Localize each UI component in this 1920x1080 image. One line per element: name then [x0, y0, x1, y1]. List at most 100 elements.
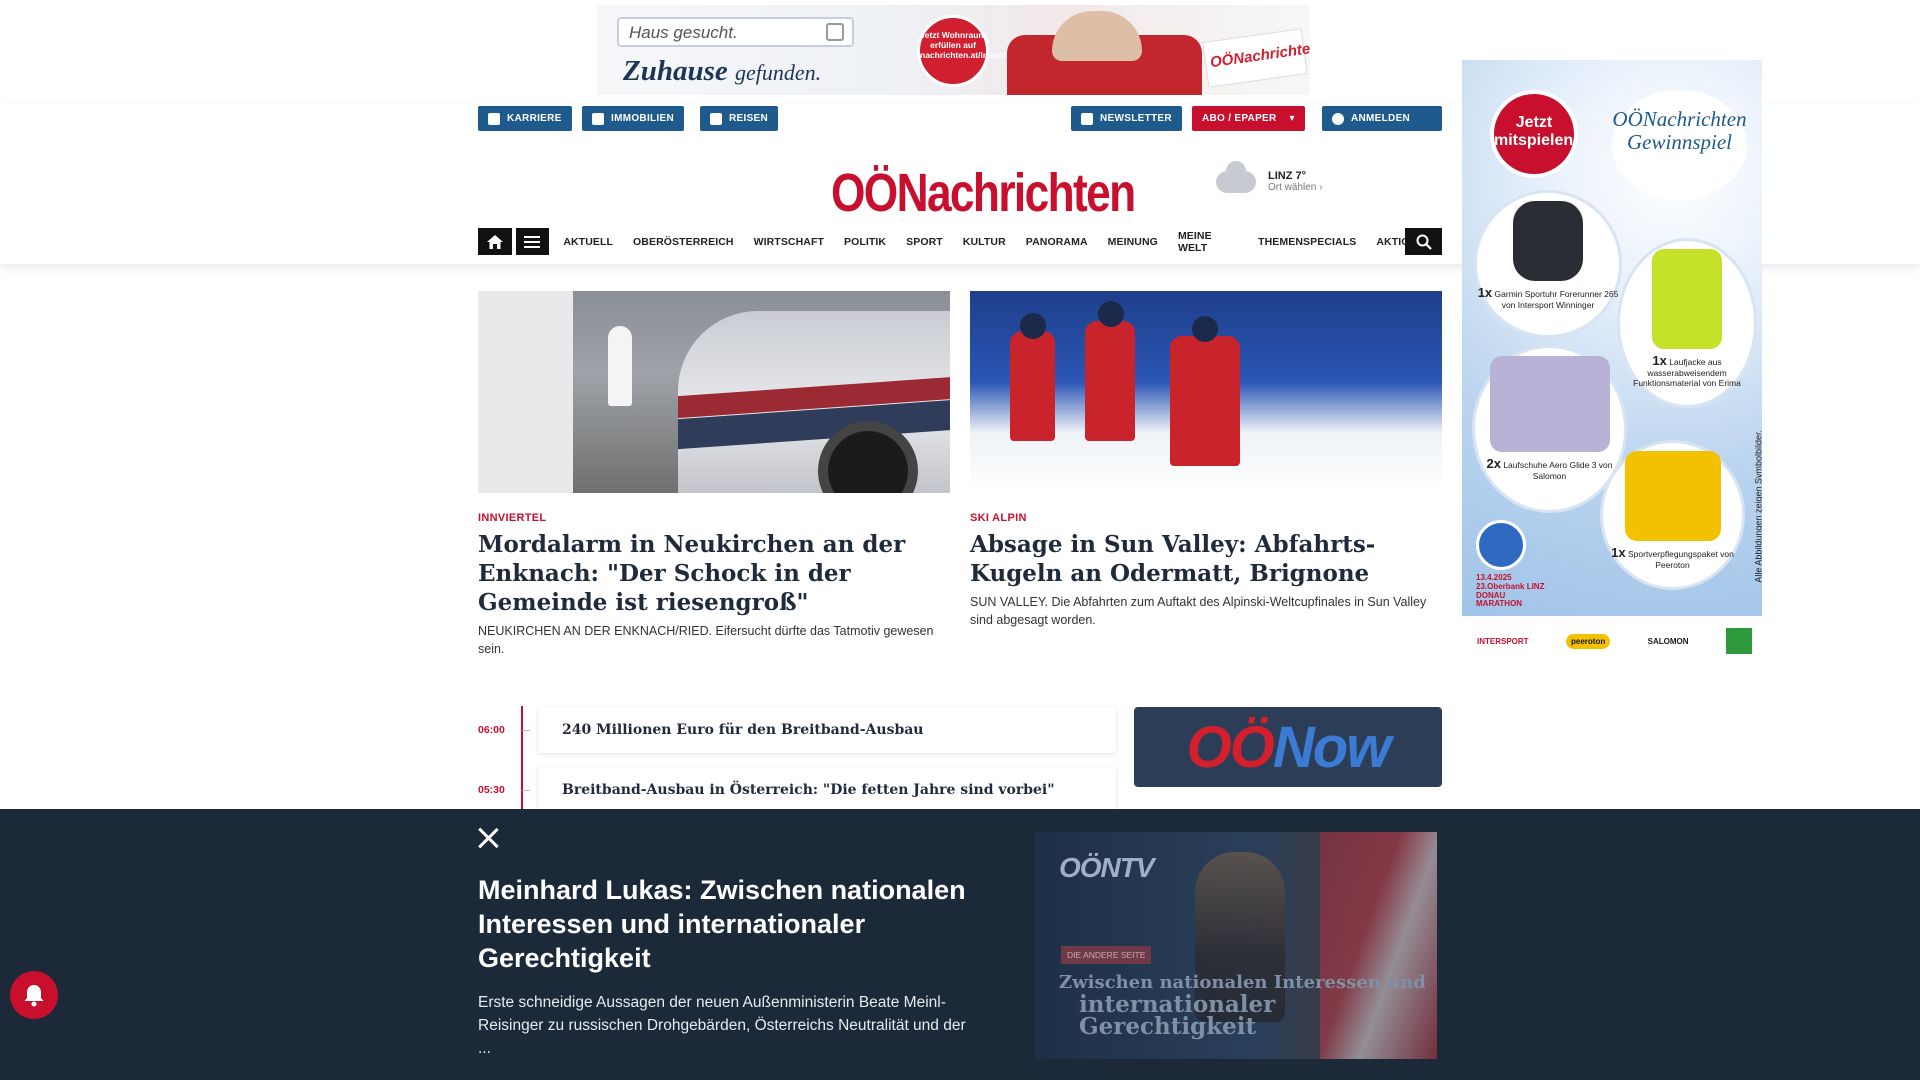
article-kicker: INNVIERTEL — [478, 512, 547, 524]
overlay-video-thumbnail[interactable]: OÖNTV DIE ANDERE SEITE Zwischen national… — [1035, 832, 1437, 1059]
login-label: ANMELDEN — [1351, 113, 1411, 124]
weather-widget[interactable]: LINZ 7° Ort wählen › — [1216, 160, 1322, 193]
building-icon — [592, 112, 604, 125]
video-tag: DIE ANDERE SEITE — [1061, 946, 1152, 964]
home-button[interactable] — [478, 228, 512, 255]
sponsor-intersport: INTERSPORT — [1477, 636, 1529, 646]
prize-count: 1x — [1652, 353, 1667, 368]
nav-item-panorama[interactable]: PANORAMA — [1026, 236, 1088, 248]
nav-item-meine-welt[interactable]: MEINE WELT — [1178, 230, 1238, 254]
search-icon — [1416, 234, 1432, 250]
oenow-logo-part1: OÖ — [1186, 714, 1275, 780]
weather-choose-location[interactable]: Ort wählen › — [1268, 182, 1322, 193]
nav-item-themenspecials[interactable]: THEMENSPECIALS — [1258, 236, 1356, 248]
sponsor-peeroton: peeroton — [1566, 633, 1611, 649]
house-icon — [826, 23, 844, 41]
watch-icon — [1513, 201, 1583, 281]
user-icon — [1332, 112, 1344, 125]
hamburger-icon — [524, 235, 541, 248]
ticker-time: 05:30 — [478, 784, 505, 796]
mail-icon — [1081, 112, 1093, 125]
cloud-icon — [1216, 160, 1256, 193]
image-person — [608, 326, 632, 406]
ad-slogan: Zuhause gefunden. — [623, 55, 821, 88]
immobilien-label: IMMOBILIEN — [611, 113, 674, 124]
ticker-title[interactable]: 240 Millionen Euro für den Breitband-Aus… — [538, 707, 1116, 753]
nav-item-wirtschaft[interactable]: WIRTSCHAFT — [754, 236, 824, 248]
immobilien-button[interactable]: IMMOBILIEN — [582, 106, 684, 131]
weather-city-temp: LINZ 7° — [1268, 170, 1307, 182]
image-racer — [1085, 321, 1135, 441]
article-kicker: SKI ALPIN — [970, 512, 1027, 524]
abo-label: ABO / EPAPER — [1202, 113, 1277, 124]
nav-item-oberoesterreich[interactable]: OBERÖSTERREICH — [633, 236, 734, 248]
article-title[interactable]: Mordalarm in Neukirchen an der Enknach: … — [478, 530, 950, 617]
ad-badge: Jetzt Wohnraum erfüllen auf nachrichten.… — [917, 15, 1025, 87]
top-banner-ad[interactable]: Haus gesucht. Zuhause gefunden. Jetzt Wo… — [597, 5, 1310, 95]
nav-item-politik[interactable]: POLITIK — [844, 236, 886, 248]
bottle-icon — [1624, 451, 1721, 541]
prize-jacket: 1x Laufjacke aus wasserabweisendem Funkt… — [1617, 238, 1757, 408]
notification-bell-button[interactable] — [10, 971, 58, 1019]
prize-text: Garmin Sportuhr Forerunner 265 von Inter… — [1494, 289, 1619, 310]
jacket-icon — [1652, 249, 1722, 349]
video-title-line2: internationaler Gerechtigkeit — [1079, 991, 1276, 1040]
close-icon[interactable] — [475, 825, 501, 851]
reisen-button[interactable]: REISEN — [700, 106, 779, 131]
ad-marathon: 13.4.2025 23.Oberbank LINZ DONAU MARATHO… — [1476, 520, 1551, 609]
nav-item-aktuell[interactable]: AKTUELL — [563, 236, 613, 248]
prize-count: 1x — [1611, 545, 1626, 560]
search-button[interactable] — [1405, 228, 1442, 255]
nav-item-kultur[interactable]: KULTUR — [963, 236, 1006, 248]
briefcase-icon — [488, 112, 500, 125]
image-helmet — [1192, 316, 1218, 342]
ad-slogan-rest: gefunden. — [735, 60, 822, 85]
ticker-item[interactable]: 05:30 Breitband-Ausbau in Österreich: "D… — [478, 767, 1116, 813]
ticker-dash — [522, 729, 530, 731]
marathon-logo-icon — [1476, 520, 1526, 570]
prize-count: 1x — [1477, 285, 1493, 300]
teaser-overlay: Meinhard Lukas: Zwischen nationalen Inte… — [0, 809, 1920, 1080]
article-image-police-car[interactable] — [478, 291, 950, 493]
site-logo[interactable]: OÖNachrichten — [831, 162, 1136, 224]
nav-item-sport[interactable]: SPORT — [906, 236, 943, 248]
ad-jetzt-badge: Jetzt mitspielen! — [1490, 90, 1578, 178]
image-helmet — [1098, 301, 1124, 327]
ad-slogan-main: Zuhause — [623, 55, 728, 87]
article-lead: NEUKIRCHEN AN DER ENKNACH/RIED. Eifersuc… — [478, 624, 934, 656]
prize-count: 2x — [1486, 456, 1501, 471]
chevron-down-icon: ▾ — [1289, 113, 1295, 124]
plane-icon — [710, 112, 722, 125]
ad-people-image — [1052, 11, 1142, 61]
ticker-item[interactable]: 06:00 240 Millionen Euro für den Breitba… — [478, 707, 1116, 753]
newsletter-button[interactable]: NEWSLETTER — [1071, 106, 1182, 131]
marathon-text: 13.4.2025 23.Oberbank LINZ DONAU MARATHO… — [1476, 573, 1545, 609]
image-wall — [478, 291, 573, 493]
nav-item-meinung[interactable]: MEINUNG — [1108, 236, 1158, 248]
ad-gewinnspiel-title: OÖNachrichten Gewinnspiel — [1612, 90, 1747, 200]
article-card[interactable]: INNVIERTEL Mordalarm in Neukirchen an de… — [478, 291, 950, 658]
article-image-ski-racers[interactable] — [970, 291, 1442, 493]
ad-search-box: Haus gesucht. — [617, 17, 854, 47]
weather-choose-label: Ort wählen — [1268, 182, 1317, 193]
menu-button[interactable] — [515, 228, 550, 255]
login-button[interactable]: ANMELDEN — [1322, 106, 1442, 131]
ad-sponsors: INTERSPORT peeroton SALOMON — [1472, 628, 1752, 654]
ad-disclaimer: Alle Abbildungen zeigen Symbolbilder. — [1754, 430, 1762, 583]
abo-epaper-dropdown[interactable]: ABO / EPAPER ▾ — [1192, 106, 1305, 131]
ticker-title[interactable]: Breitband-Ausbau in Österreich: "Die fet… — [538, 767, 1116, 813]
karriere-button[interactable]: KARRIERE — [478, 106, 572, 131]
home-icon — [486, 234, 503, 249]
oentv-logo: OÖNTV — [1059, 852, 1155, 883]
article-card[interactable]: SKI ALPIN Absage in Sun Valley: Abfahrts… — [970, 291, 1442, 629]
article-title[interactable]: Absage in Sun Valley: Abfahrts-Kugeln an… — [970, 530, 1442, 588]
overlay-lead: Erste schneidige Aussagen der neuen Auße… — [478, 994, 966, 1057]
sidebar-ad-gewinnspiel[interactable]: Jetzt mitspielen! OÖNachrichten Gewinnsp… — [1462, 60, 1762, 616]
prize-text: Laufjacke aus wasserabweisendem Funktion… — [1633, 357, 1741, 388]
overlay-title[interactable]: Meinhard Lukas: Zwischen nationalen Inte… — [478, 873, 978, 975]
oenow-banner[interactable]: OÖ Now — [1134, 707, 1442, 787]
ad-search-text: Haus gesucht. — [629, 23, 738, 42]
prize-text: Laufschuhe Aero Glide 3 von Salomon — [1503, 460, 1613, 481]
ad-newspaper-logo: OÖNachrichten — [1202, 28, 1310, 88]
prize-watch: 1x Garmin Sportuhr Forerunner 265 von In… — [1474, 190, 1622, 338]
